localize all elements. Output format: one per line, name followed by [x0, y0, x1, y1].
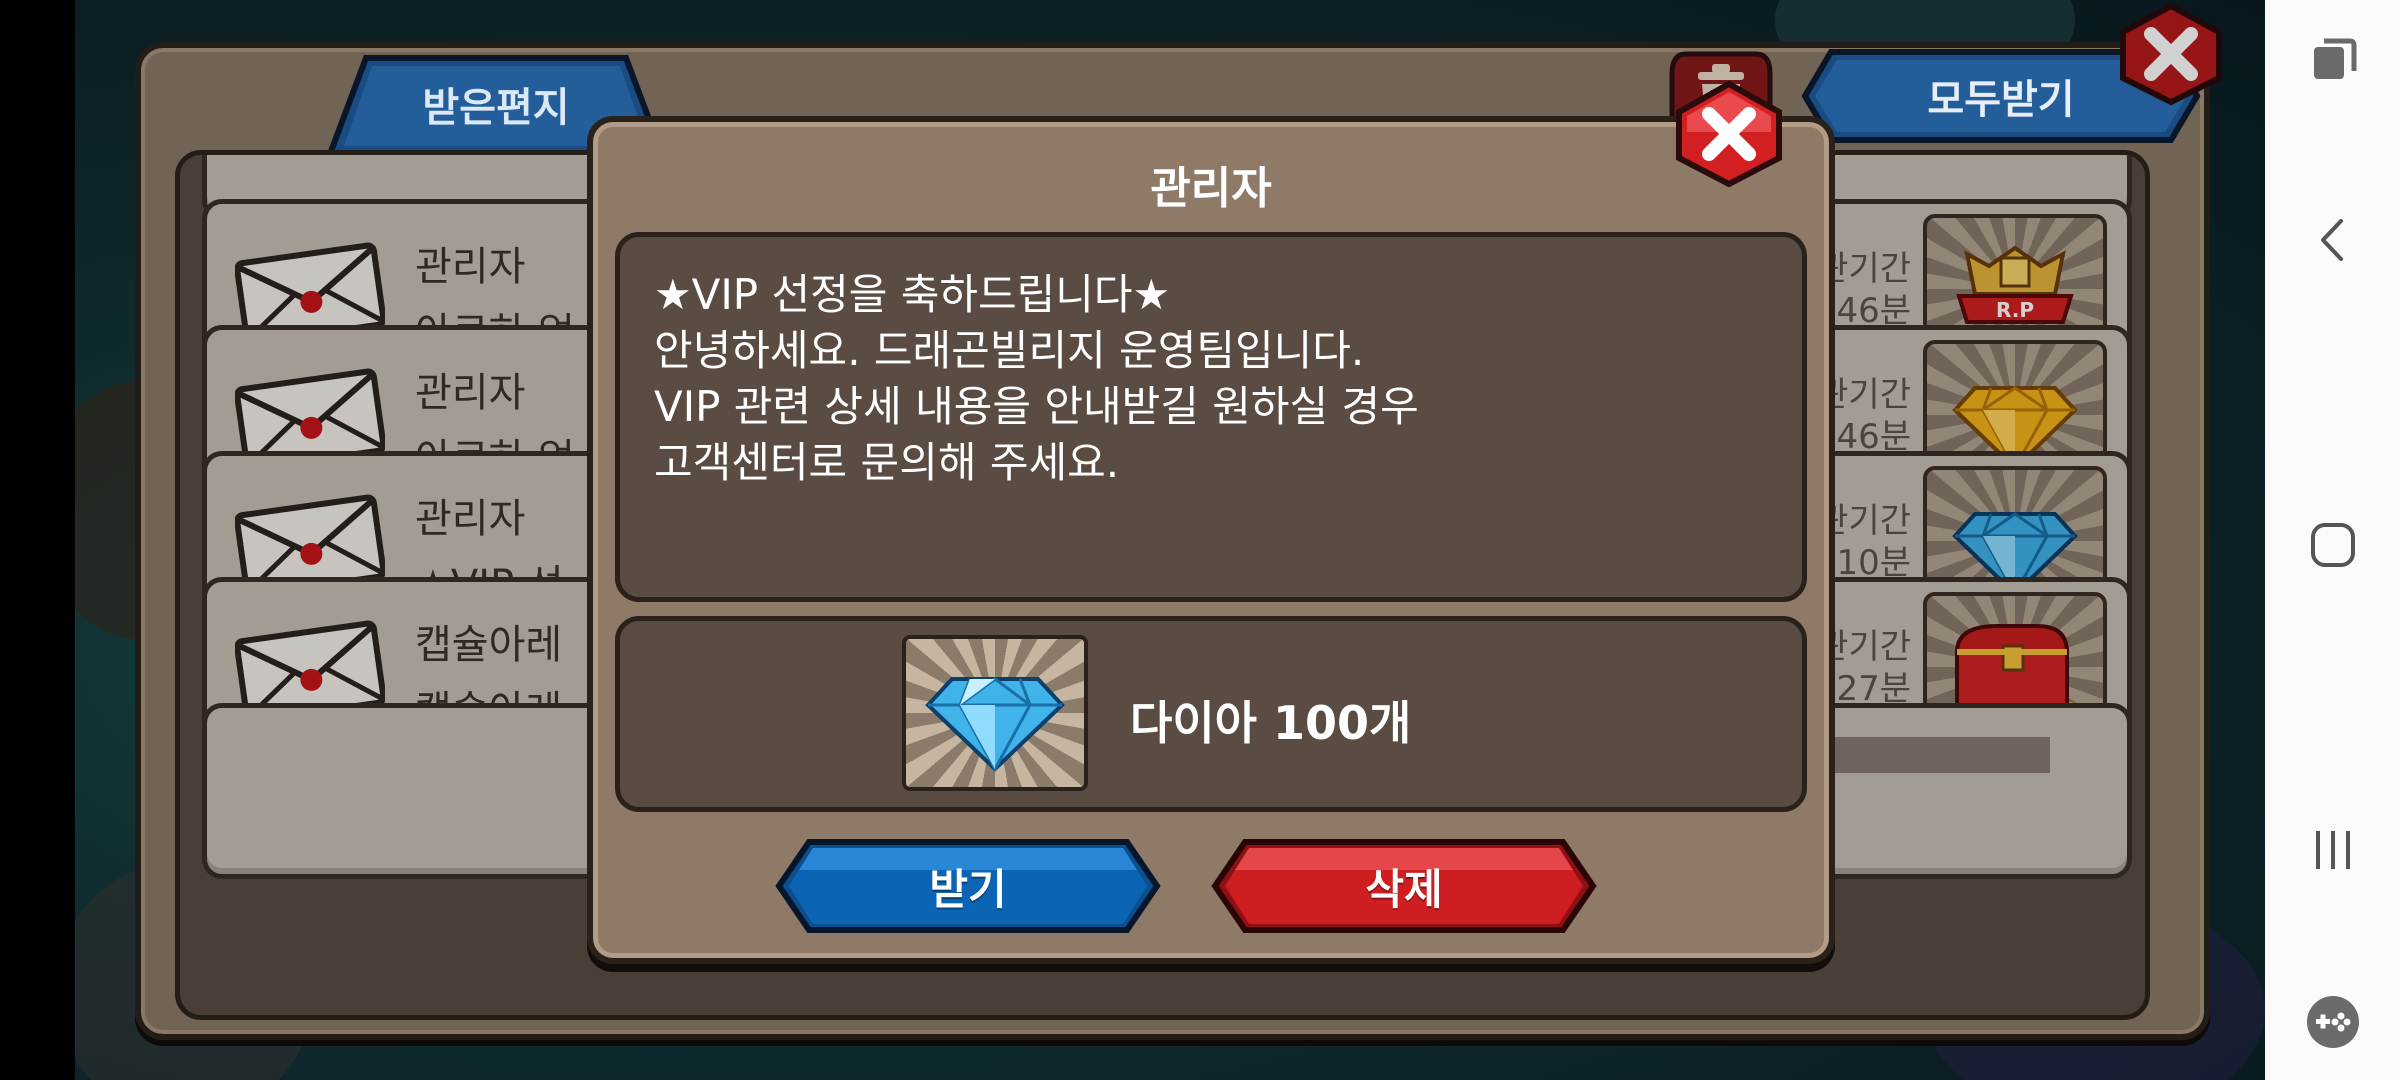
game-launcher-button[interactable]: [2265, 990, 2400, 1054]
receive-button[interactable]: 받기: [775, 838, 1161, 934]
receive-button-label: 받기: [929, 864, 1007, 914]
game-viewport: 받은편지 모두받기 관리자 보관기간 시간 46분 R.P 관리자 보관기간 시…: [75, 0, 2265, 1080]
system-navigation-bar: [2265, 0, 2400, 1080]
game-launcher-icon: [2306, 996, 2359, 1048]
dialog-title: 관리자: [1150, 163, 1272, 214]
reward-text: 다이아 100개: [1130, 696, 1412, 750]
mail-detail-dialog: 관리자 ★VIP 선정을 축하드립니다★ 안녕하세요. 드래곤빌리지 운영팀입니…: [587, 116, 1835, 964]
recents-icon: [2315, 831, 2350, 869]
blue-diamond-icon: [925, 677, 1065, 773]
message-line: ★VIP 선정을 축하드립니다★: [654, 270, 1171, 319]
tab-received-label: 받은편지: [422, 85, 570, 131]
delete-button[interactable]: 삭제: [1211, 838, 1597, 934]
delete-button-label: 삭제: [1365, 864, 1443, 914]
recent-apps-button[interactable]: [2265, 30, 2400, 90]
reward-box: 다이아 100개: [615, 616, 1807, 812]
recents-button[interactable]: [2265, 815, 2400, 885]
back-icon: [2320, 219, 2343, 261]
close-dialog-button[interactable]: [1671, 80, 1787, 188]
receive-all-label: 모두받기: [1927, 77, 2075, 123]
reward-item-slot: [902, 635, 1088, 791]
home-icon: [2310, 523, 2355, 567]
message-line: VIP 관련 상세 내용을 안내받길 원하실 경우: [654, 382, 1419, 431]
message-line: 안녕하세요. 드래곤빌리지 운영팀입니다.: [654, 326, 1365, 375]
recent-apps-icon: [2313, 38, 2356, 79]
close-icon: [1676, 80, 1782, 188]
home-button[interactable]: [2265, 510, 2400, 580]
back-button[interactable]: [2265, 210, 2400, 270]
message-line: 고객센터로 문의해 주세요.: [654, 438, 1120, 487]
message-box: ★VIP 선정을 축하드립니다★ 안녕하세요. 드래곤빌리지 운영팀입니다. V…: [615, 232, 1807, 602]
